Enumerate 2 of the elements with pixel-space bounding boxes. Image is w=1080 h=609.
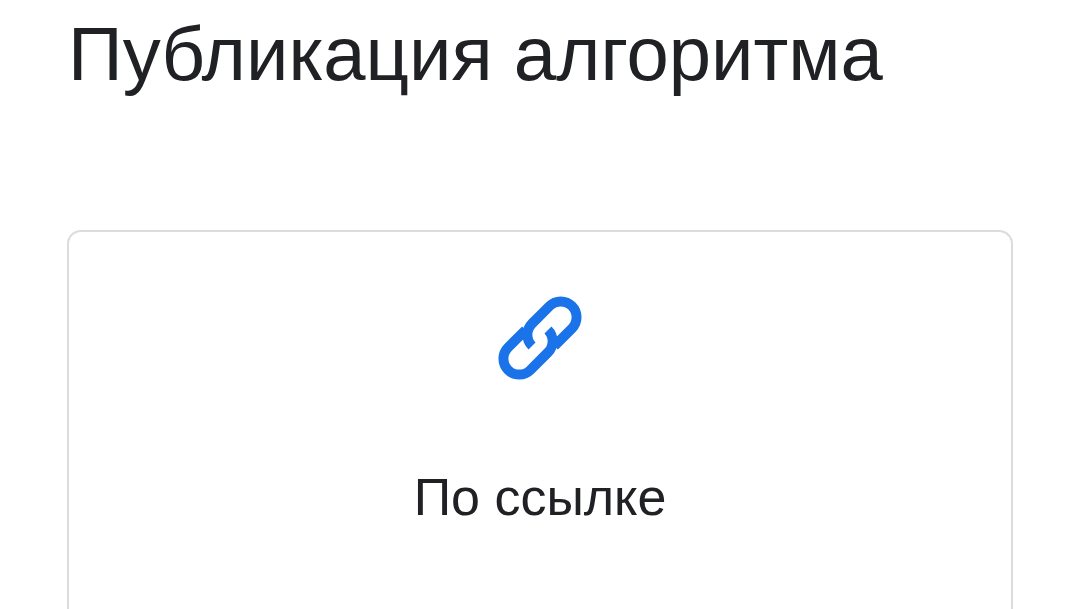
link-option-card[interactable]: По ссылке [67,230,1013,609]
link-icon [498,296,582,380]
